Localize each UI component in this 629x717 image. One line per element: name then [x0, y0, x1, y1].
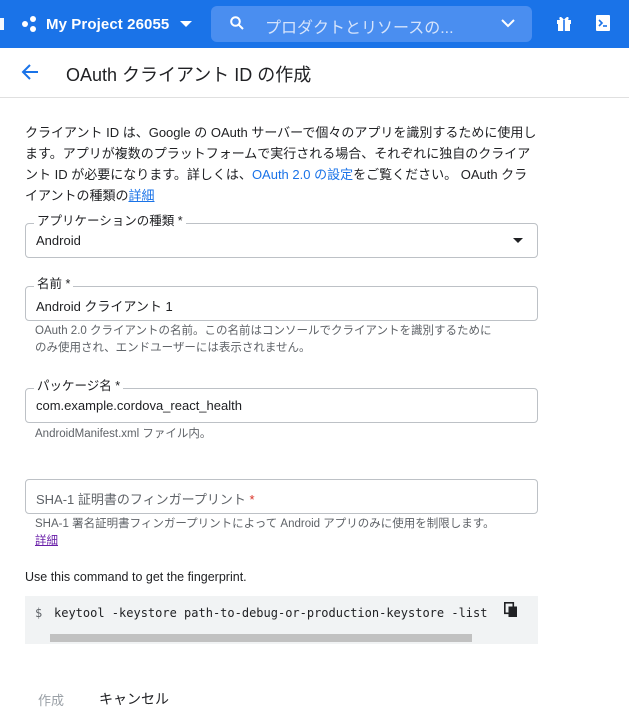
sha1-details-link[interactable]: 詳細 [35, 535, 58, 547]
application-type-value: Android [36, 233, 81, 248]
name-label-text: 名前 [37, 277, 63, 291]
menu-edge[interactable] [0, 18, 4, 30]
project-name: My Project 26055 [46, 15, 170, 33]
package-name-hint: AndroidManifest.xml ファイル内。 [35, 428, 212, 440]
command-label: Use this command to get the fingerprint. [25, 570, 247, 584]
cloud-shell-icon[interactable] [596, 15, 610, 31]
command-code-block: $ keytool -keystore path-to-debug-or-pro… [25, 596, 538, 644]
sha1-hint-text: SHA-1 署名証明書フィンガープリントによって Android アプリのみに使… [35, 518, 495, 530]
oauth-settings-link[interactable]: OAuth 2.0 の設定 [252, 167, 353, 182]
package-name-label-text: パッケージ名 [37, 379, 112, 393]
name-hint: OAuth 2.0 クライアントの名前。この名前はコンソールでクライアントを識別… [35, 323, 492, 357]
name-value[interactable]: Android クライアント 1 [36, 296, 173, 315]
command-prompt: $ [35, 606, 43, 620]
package-name-field[interactable]: パッケージ名 * com.example.cordova_react_healt… [25, 378, 538, 423]
chevron-down-icon[interactable] [500, 15, 516, 31]
search-icon [230, 16, 244, 30]
page-header: OAuth クライアント ID の作成 [0, 48, 629, 98]
name-hint-line2: のみ使用され、エンドユーザーには表示されません。 [35, 342, 311, 354]
dropdown-arrow-icon [513, 238, 523, 243]
application-type-label-text: アプリケーションの種類 [37, 214, 175, 228]
intro-text: クライアント ID は、Google の OAuth サーバーで個々のアプリを識… [25, 122, 537, 206]
name-field[interactable]: 名前 * Android クライアント 1 [25, 276, 538, 321]
gift-icon[interactable] [556, 14, 572, 32]
search-bar[interactable]: プロダクトとリソースの... [211, 6, 532, 42]
project-hub-icon [22, 16, 38, 32]
cancel-button[interactable]: キャンセル [99, 689, 169, 709]
horizontal-scrollbar[interactable] [50, 634, 472, 642]
name-label: 名前 * [34, 276, 74, 292]
package-name-value[interactable]: com.example.cordova_react_health [36, 398, 242, 413]
sha1-hint: SHA-1 署名証明書フィンガープリントによって Android アプリのみに使… [35, 516, 495, 550]
back-arrow-icon[interactable] [19, 61, 41, 83]
sha1-fingerprint-field[interactable]: SHA-1 証明書のフィンガープリント * [25, 479, 538, 514]
package-name-required-mark: * [111, 379, 121, 393]
name-required-mark: * [62, 277, 71, 291]
caret-down-icon [180, 21, 193, 27]
application-type-required-mark: * [174, 214, 183, 228]
client-types-details-link[interactable]: 詳細 [128, 188, 154, 203]
sha1-placeholder-text: SHA-1 証明書のフィンガープリント [36, 492, 246, 507]
sha1-placeholder[interactable]: SHA-1 証明書のフィンガープリント * [36, 489, 255, 508]
application-type-label: アプリケーションの種類 * [34, 213, 186, 229]
command-text[interactable]: keytool -keystore path-to-debug-or-produ… [54, 606, 487, 620]
top-app-bar: My Project 26055 プロダクトとリソースの... [0, 0, 629, 48]
application-type-select[interactable]: アプリケーションの種類 * Android [25, 213, 538, 258]
create-button[interactable]: 作成 [38, 690, 64, 709]
sha1-required-mark: * [245, 492, 255, 507]
project-selector[interactable]: My Project 26055 [22, 14, 193, 34]
copy-icon[interactable] [504, 602, 518, 618]
search-input[interactable]: プロダクトとリソースの... [265, 14, 454, 38]
page-title: OAuth クライアント ID の作成 [66, 65, 312, 85]
name-hint-line1: OAuth 2.0 クライアントの名前。この名前はコンソールでクライアントを識別… [35, 325, 492, 337]
package-name-label: パッケージ名 * [34, 378, 124, 394]
